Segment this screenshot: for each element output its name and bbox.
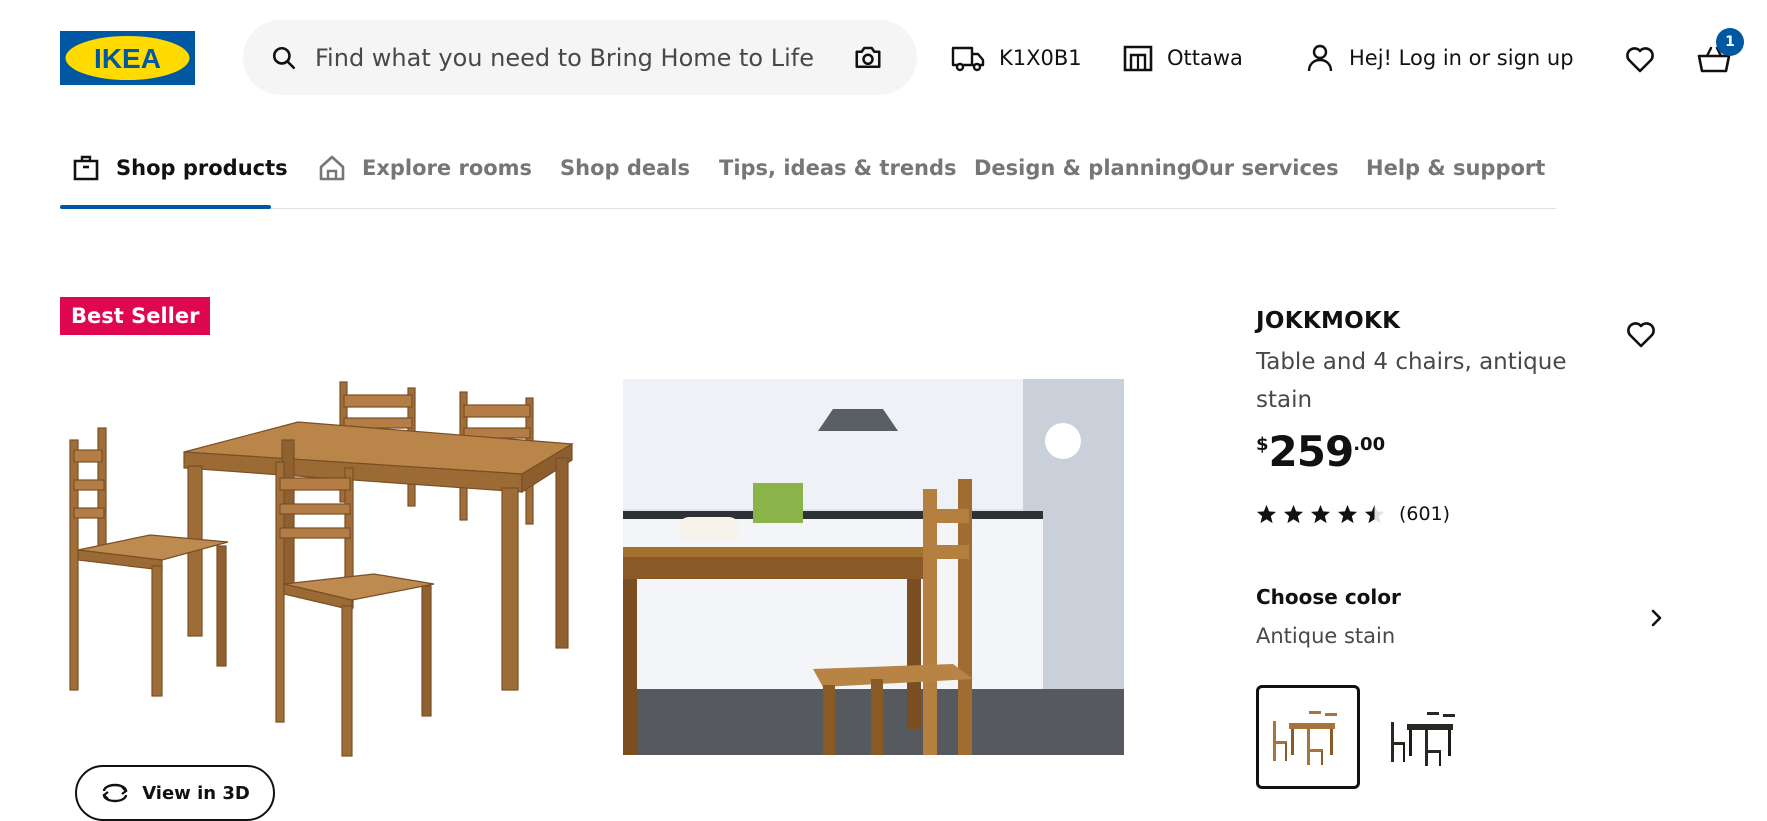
postal-code-label: K1X0B1 (999, 46, 1082, 70)
home-icon (319, 155, 345, 181)
color-swatch-antique-stain[interactable] (1256, 685, 1360, 789)
ikea-logo[interactable]: IKEA (60, 31, 195, 85)
wishlist-button[interactable] (1625, 45, 1655, 77)
view-3d-label: View in 3D (142, 782, 250, 804)
tab-help-support[interactable]: Help & support (1366, 148, 1545, 188)
shop-bag-icon (73, 155, 99, 181)
truck-icon (951, 46, 985, 72)
star-full-icon (1283, 504, 1304, 524)
store-label: Ottawa (1167, 46, 1243, 70)
rating-stars (1256, 504, 1385, 524)
price-currency: $ (1256, 434, 1269, 455)
tab-design-planning[interactable]: Design & planning (974, 148, 1192, 188)
tab-shop-deals[interactable]: Shop deals (560, 148, 690, 188)
tab-label: Design & planning (974, 156, 1192, 180)
search-icon[interactable] (271, 45, 297, 71)
product-rating[interactable]: (601) (1256, 503, 1450, 525)
star-full-icon (1310, 504, 1331, 524)
product-image-main[interactable] (62, 370, 582, 760)
rotate-3d-icon (102, 783, 128, 803)
tab-label: Our services (1191, 156, 1339, 180)
product-price: $ 259 .00 (1256, 428, 1385, 476)
store-selector[interactable]: Ottawa (1123, 38, 1243, 78)
price-integer: 259 (1268, 427, 1355, 476)
login-label: Hej! Log in or sign up (1349, 46, 1574, 70)
tab-explore-rooms[interactable]: Explore rooms (318, 148, 532, 188)
star-full-icon (1256, 504, 1277, 524)
tab-label: Explore rooms (362, 156, 533, 180)
store-icon (1123, 45, 1153, 72)
tab-shop-products[interactable]: Shop products (72, 148, 288, 188)
color-chooser-button[interactable] (1645, 607, 1667, 633)
search-bar[interactable]: Find what you need to Bring Home to Life (243, 20, 917, 95)
product-favorite-button[interactable] (1626, 320, 1656, 352)
product-description: Table and 4 chairs, antique stain (1256, 349, 1567, 413)
search-input[interactable]: Find what you need to Bring Home to Life (315, 44, 853, 72)
camera-icon[interactable] (853, 43, 883, 73)
tab-our-services[interactable]: Our services (1191, 148, 1339, 188)
logo-text: IKEA (94, 43, 161, 74)
nav-divider (60, 208, 1556, 209)
tab-label: Shop products (116, 156, 288, 180)
best-seller-badge: Best Seller (60, 297, 211, 335)
selected-color-value: Antique stain (1256, 624, 1396, 648)
chevron-right-icon (1651, 609, 1662, 627)
heart-icon (1626, 47, 1654, 73)
product-image-room[interactable] (623, 379, 1124, 755)
user-icon (1307, 44, 1333, 72)
product-name: JOKKMOKK (1256, 308, 1401, 334)
tab-tips-ideas[interactable]: Tips, ideas & trends (719, 148, 957, 188)
star-half-icon (1364, 504, 1385, 524)
cart-count-badge: 1 (1716, 28, 1744, 56)
tab-label: Shop deals (560, 156, 690, 180)
price-decimal: .00 (1353, 434, 1386, 455)
nav-active-indicator (60, 205, 271, 209)
rating-count: (601) (1399, 503, 1451, 525)
tab-label: Help & support (1366, 156, 1546, 180)
color-swatch-black-brown[interactable] (1374, 688, 1478, 788)
login-link[interactable]: Hej! Log in or sign up (1305, 38, 1574, 78)
heart-icon (1627, 322, 1655, 348)
choose-color-title: Choose color (1256, 585, 1401, 609)
delivery-postal-code[interactable]: K1X0B1 (951, 38, 1082, 78)
tab-label: Tips, ideas & trends (719, 156, 957, 180)
star-full-icon (1337, 504, 1358, 524)
